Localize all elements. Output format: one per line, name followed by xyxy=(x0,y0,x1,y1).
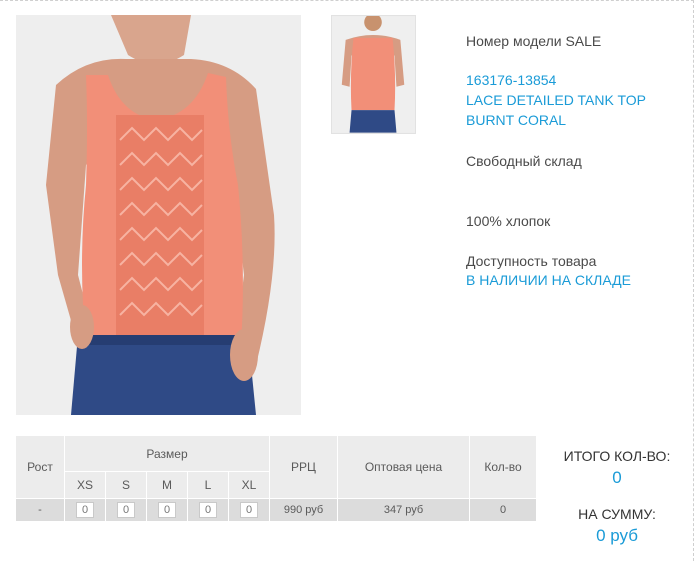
qty-input-m[interactable] xyxy=(158,502,176,518)
order-totals: ИТОГО КОЛ-ВО: 0 НА СУММУ: 0 руб xyxy=(552,448,682,546)
size-header-l: L xyxy=(187,471,229,499)
total-sum-value: 0 руб xyxy=(596,526,638,545)
product-photo-illustration xyxy=(16,15,301,415)
qty-input-xl[interactable] xyxy=(240,502,258,518)
qty-cell-xs xyxy=(64,498,106,522)
total-qty-value: 0 xyxy=(612,468,622,487)
product-main-image[interactable] xyxy=(16,15,301,415)
order-table: Рост Размер РРЦ Оптовая цена Кол-во XS S… xyxy=(15,435,537,522)
qty-cell-l xyxy=(187,498,229,522)
size-header-m: M xyxy=(146,471,188,499)
column-header-size: Размер xyxy=(64,435,270,472)
qty-cell-s xyxy=(105,498,147,522)
availability-label: Доступность товара xyxy=(466,253,597,269)
column-header-rrp: РРЦ xyxy=(269,435,338,499)
column-header-qty: Кол-во xyxy=(469,435,537,499)
product-code-link[interactable]: 163176-13854 xyxy=(466,70,556,90)
qty-cell-m xyxy=(146,498,188,522)
size-header-s: S xyxy=(105,471,147,499)
height-cell: - xyxy=(15,498,65,522)
rrp-cell: 990 руб xyxy=(269,498,338,522)
total-qty-label: ИТОГО КОЛ-ВО: xyxy=(563,448,671,464)
product-thumbnail[interactable] xyxy=(331,15,416,134)
warehouse-label: Свободный склад xyxy=(466,153,582,169)
size-header-xs: XS xyxy=(64,471,106,499)
qty-cell-xl xyxy=(228,498,270,522)
total-sum-label: НА СУММУ: xyxy=(578,506,656,522)
table-row: - 990 руб 347 руб 0 xyxy=(15,498,537,522)
model-number-label: Номер модели SALE xyxy=(466,33,602,49)
qty-input-l[interactable] xyxy=(199,502,217,518)
qty-input-xs[interactable] xyxy=(76,502,94,518)
wholesale-cell: 347 руб xyxy=(337,498,470,522)
product-name-line1[interactable]: LACE DETAILED TANK TOP xyxy=(466,90,646,110)
size-header-xl: XL xyxy=(228,471,270,499)
qty-input-s[interactable] xyxy=(117,502,135,518)
availability-value: В НАЛИЧИИ НА СКЛАДЕ xyxy=(466,272,631,288)
qty-total-cell: 0 xyxy=(469,498,537,522)
material-label: 100% хлопок xyxy=(466,213,551,229)
thumbnail-illustration xyxy=(332,16,415,133)
product-name-line2[interactable]: BURNT CORAL xyxy=(466,110,566,130)
column-header-wholesale: Оптовая цена xyxy=(337,435,470,499)
column-header-height: Рост xyxy=(15,435,65,499)
